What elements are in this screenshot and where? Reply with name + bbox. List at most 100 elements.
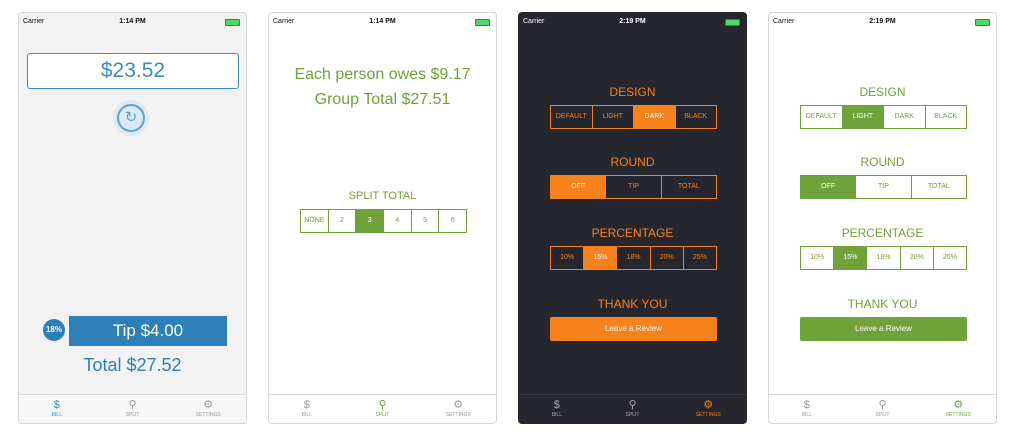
gear-icon: ⚙ [953, 399, 964, 411]
tab-bill[interactable]: $ BILL [19, 395, 95, 423]
design-title: DESIGN [609, 85, 656, 99]
design-option-default[interactable]: DEFAULT [801, 106, 842, 128]
screen-settings-light: Carrier 2:19 PM DESIGN DEFAULT LIGHT DAR… [768, 12, 997, 424]
tab-settings[interactable]: ⚙ SETTINGS [920, 395, 996, 423]
person-add-icon: ⚲ [628, 399, 637, 411]
battery-icon [975, 19, 990, 26]
split-option-2[interactable]: 2 [327, 210, 356, 232]
split-option-4[interactable]: 4 [383, 210, 411, 232]
tab-split[interactable]: ⚲ SPLIT [345, 395, 421, 423]
design-option-black[interactable]: BLACK [674, 106, 717, 128]
tab-bill[interactable]: $ BILL [269, 395, 345, 423]
tab-settings[interactable]: ⚙ SETTINGS [670, 395, 746, 423]
design-option-light[interactable]: LIGHT [591, 106, 634, 128]
round-option-total[interactable]: TOTAL [660, 176, 716, 198]
percent-option-10[interactable]: 10% [551, 247, 583, 269]
tab-bar: $ BILL ⚲ SPLIT ⚙ SETTINGS [519, 394, 746, 423]
tab-settings[interactable]: ⚙ SETTINGS [170, 395, 246, 423]
percentage-segmented-control: 10% 15% 18% 20% 25% [800, 246, 967, 270]
screen-split: Carrier 1:14 PM Each person owes $9.17 G… [268, 12, 497, 424]
design-segmented-control: DEFAULT LIGHT DARK BLACK [800, 105, 967, 129]
tab-settings[interactable]: ⚙ SETTINGS [420, 395, 496, 423]
percent-option-20[interactable]: 20% [899, 247, 933, 269]
percent-option-25[interactable]: 25% [682, 247, 716, 269]
design-title: DESIGN [859, 85, 906, 99]
person-add-icon: ⚲ [378, 399, 387, 411]
percentage-title: PERCENTAGE [841, 226, 924, 240]
person-add-icon: ⚲ [878, 399, 887, 411]
split-option-6[interactable]: 6 [438, 210, 466, 232]
dollar-icon: $ [803, 399, 810, 411]
status-bar: Carrier 2:19 PM [769, 13, 996, 31]
design-option-dark[interactable]: DARK [633, 106, 675, 128]
round-segmented-control: OFF TIP TOTAL [550, 175, 717, 199]
tab-label: SPLIT [375, 412, 390, 418]
gear-icon: ⚙ [203, 399, 214, 411]
tab-label: SETTINGS [195, 412, 221, 418]
round-option-total[interactable]: TOTAL [910, 176, 966, 198]
tip-percent-badge[interactable]: 18% [43, 319, 65, 341]
time-label: 1:14 PM [119, 18, 146, 25]
split-option-3[interactable]: 3 [355, 210, 384, 232]
design-option-default[interactable]: DEFAULT [551, 106, 592, 128]
split-segmented-control: NONE 2 3 4 5 6 [300, 209, 467, 233]
percentage-title: PERCENTAGE [591, 226, 674, 240]
design-option-light[interactable]: LIGHT [841, 106, 883, 128]
tab-label: SETTINGS [695, 412, 721, 418]
tab-split[interactable]: ⚲ SPLIT [95, 395, 171, 423]
dollar-icon: $ [553, 399, 560, 411]
tab-label: SPLIT [875, 412, 890, 418]
percent-option-15[interactable]: 15% [833, 247, 867, 269]
split-total-title: SPLIT TOTAL [348, 190, 417, 202]
leave-review-button[interactable]: Leave a Review [550, 317, 717, 341]
refresh-button[interactable]: ↻ [113, 100, 149, 136]
percent-option-18[interactable]: 18% [866, 247, 899, 269]
battery-icon [475, 19, 490, 26]
time-label: 2:19 PM [869, 18, 896, 25]
round-option-off[interactable]: OFF [551, 176, 606, 198]
tab-bar: $ BILL ⚲ SPLIT ⚙ SETTINGS [269, 394, 496, 423]
person-add-icon: ⚲ [128, 399, 137, 411]
percent-option-10[interactable]: 10% [801, 247, 833, 269]
percent-option-15[interactable]: 15% [583, 247, 617, 269]
percent-option-20[interactable]: 20% [649, 247, 683, 269]
tab-label: BILL [301, 412, 312, 418]
dollar-icon: $ [303, 399, 310, 411]
status-bar: Carrier 1:14 PM [269, 13, 496, 31]
percent-option-25[interactable]: 25% [932, 247, 966, 269]
design-option-dark[interactable]: DARK [883, 106, 925, 128]
gear-icon: ⚙ [703, 399, 714, 411]
split-option-5[interactable]: 5 [410, 210, 439, 232]
tab-split[interactable]: ⚲ SPLIT [595, 395, 671, 423]
battery-icon [225, 19, 240, 26]
tab-label: SPLIT [125, 412, 140, 418]
split-option-none[interactable]: NONE [301, 210, 328, 232]
thank-you-title: THANK YOU [847, 297, 918, 311]
time-label: 1:14 PM [369, 18, 396, 25]
refresh-icon: ↻ [117, 104, 145, 132]
round-segmented-control: OFF TIP TOTAL [800, 175, 967, 199]
tab-split[interactable]: ⚲ SPLIT [845, 395, 921, 423]
gear-icon: ⚙ [453, 399, 464, 411]
round-option-tip[interactable]: TIP [855, 176, 910, 198]
percent-option-18[interactable]: 18% [616, 247, 649, 269]
tab-bar: $ BILL ⚲ SPLIT ⚙ SETTINGS [769, 394, 996, 423]
design-option-black[interactable]: BLACK [924, 106, 967, 128]
thank-you-title: THANK YOU [597, 297, 668, 311]
screen-bill: Carrier 1:14 PM $23.52 ↻ 18% Tip $4.00 T… [18, 12, 247, 424]
tab-label: BILL [551, 412, 562, 418]
round-option-off[interactable]: OFF [801, 176, 856, 198]
tab-bill[interactable]: $ BILL [519, 395, 595, 423]
total-label: Total $27.52 [83, 355, 182, 375]
status-bar: Carrier 1:14 PM [19, 13, 246, 31]
tab-bill[interactable]: $ BILL [769, 395, 845, 423]
round-option-tip[interactable]: TIP [605, 176, 660, 198]
leave-review-button[interactable]: Leave a Review [800, 317, 967, 341]
tip-button[interactable]: Tip $4.00 [69, 316, 227, 346]
tab-label: BILL [801, 412, 812, 418]
tab-label: BILL [51, 412, 62, 418]
time-label: 2:19 PM [619, 18, 646, 25]
round-title: ROUND [610, 155, 655, 169]
tab-label: SETTINGS [945, 412, 971, 418]
bill-amount-input[interactable]: $23.52 [27, 53, 239, 89]
